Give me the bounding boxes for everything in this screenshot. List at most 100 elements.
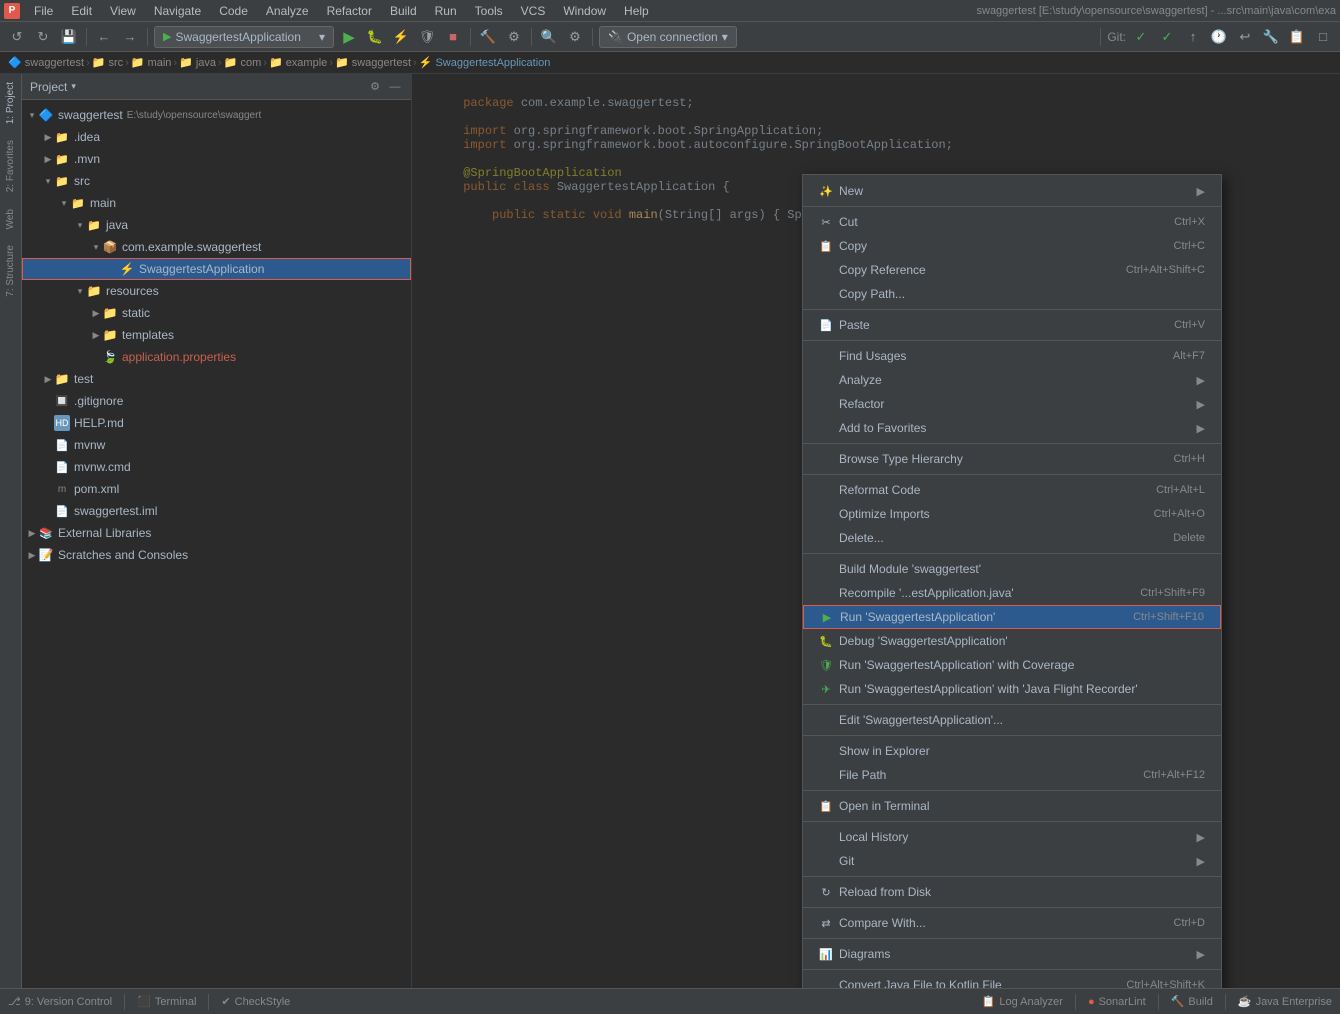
tab-favorites[interactable]: 2: Favorites — [3, 132, 18, 200]
stop-button[interactable]: ■ — [442, 26, 464, 48]
menu-help[interactable]: Help — [616, 2, 657, 20]
ctx-compare-with[interactable]: ⇄ Compare With... Ctrl+D — [803, 911, 1221, 935]
ctx-diagrams[interactable]: 📊 Diagrams ▶ — [803, 942, 1221, 966]
ctx-run[interactable]: ▶ Run 'SwaggertestApplication' Ctrl+Shif… — [803, 605, 1221, 629]
debug-button[interactable]: 🐛 — [364, 26, 386, 48]
git-checkmark2[interactable]: ✓ — [1156, 26, 1178, 48]
ctx-find-usages[interactable]: Find Usages Alt+F7 — [803, 344, 1221, 368]
tree-gitignore[interactable]: ▶ 🔲 .gitignore — [22, 390, 411, 412]
breadcrumb-main[interactable]: 📁 main — [131, 56, 172, 69]
ctx-build-module[interactable]: Build Module 'swaggertest' — [803, 557, 1221, 581]
ctx-reformat[interactable]: Reformat Code Ctrl+Alt+L — [803, 478, 1221, 502]
run-button[interactable]: ▶ — [338, 26, 360, 48]
tree-package[interactable]: ▾ 📦 com.example.swaggertest — [22, 236, 411, 258]
breadcrumb-src[interactable]: 📁 src — [92, 56, 123, 69]
breadcrumb-java[interactable]: 📁 java — [179, 56, 216, 69]
tree-helpmd[interactable]: ▶ HD HELP.md — [22, 412, 411, 434]
tree-mvn[interactable]: ▶ 📁 .mvn — [22, 148, 411, 170]
sonarlint-tab[interactable]: ● SonarLint — [1088, 996, 1146, 1008]
ctx-debug[interactable]: 🐛 Debug 'SwaggertestApplication' — [803, 629, 1221, 653]
tree-scratches[interactable]: ▶ 📝 Scratches and Consoles — [22, 544, 411, 566]
menu-edit[interactable]: Edit — [63, 2, 100, 20]
ctx-local-history[interactable]: Local History ▶ — [803, 825, 1221, 849]
tab-structure[interactable]: 7: Structure — [3, 237, 18, 305]
ctx-recompile[interactable]: Recompile '...estApplication.java' Ctrl+… — [803, 581, 1221, 605]
build-project-btn[interactable]: 🔨 — [477, 26, 499, 48]
breadcrumb-swaggertest[interactable]: 🔷 swaggertest — [8, 56, 84, 69]
tree-pom[interactable]: ▶ m pom.xml — [22, 478, 411, 500]
tree-java[interactable]: ▾ 📁 java — [22, 214, 411, 236]
ctx-copy[interactable]: 📋 Copy Ctrl+C — [803, 234, 1221, 258]
menu-run[interactable]: Run — [427, 2, 465, 20]
ctx-browse-hierarchy[interactable]: Browse Type Hierarchy Ctrl+H — [803, 447, 1221, 471]
git-checkmark1[interactable]: ✓ — [1130, 26, 1152, 48]
tree-main-class[interactable]: ▶ ⚡ SwaggertestApplication — [22, 258, 411, 280]
toolbar-forward[interactable]: ↻ — [32, 26, 54, 48]
ctx-add-favorites[interactable]: Add to Favorites ▶ — [803, 416, 1221, 440]
build-tab[interactable]: 🔨 Build — [1171, 995, 1213, 1008]
ctx-copy-path[interactable]: Copy Path... — [803, 282, 1221, 306]
ctx-new[interactable]: ✨ New ▶ — [803, 179, 1221, 203]
menu-code[interactable]: Code — [211, 2, 256, 20]
open-connection-button[interactable]: 🔌 Open connection ▾ — [599, 26, 737, 48]
menu-window[interactable]: Window — [555, 2, 614, 20]
checkstyle-tab[interactable]: ✔ CheckStyle — [221, 995, 290, 1008]
panel-collapse-btn[interactable]: — — [387, 79, 403, 95]
tree-main[interactable]: ▾ 📁 main — [22, 192, 411, 214]
ctx-file-path[interactable]: File Path Ctrl+Alt+F12 — [803, 763, 1221, 787]
toolbar-nav-forward[interactable]: → — [119, 26, 141, 48]
ctx-git[interactable]: Git ▶ — [803, 849, 1221, 873]
menu-view[interactable]: View — [102, 2, 144, 20]
ctx-open-terminal[interactable]: 📋 Open in Terminal — [803, 794, 1221, 818]
git-history[interactable]: 🕐 — [1208, 26, 1230, 48]
menu-refactor[interactable]: Refactor — [319, 2, 380, 20]
menu-analyze[interactable]: Analyze — [258, 2, 317, 20]
menu-vcs[interactable]: VCS — [513, 2, 554, 20]
toolbar-more1[interactable]: 📋 — [1286, 26, 1308, 48]
tree-properties[interactable]: ▶ 🍃 application.properties — [22, 346, 411, 368]
ctx-show-explorer[interactable]: Show in Explorer — [803, 739, 1221, 763]
ctx-analyze[interactable]: Analyze ▶ — [803, 368, 1221, 392]
tab-project[interactable]: 1: Project — [3, 74, 18, 132]
ctx-convert-kotlin[interactable]: Convert Java File to Kotlin File Ctrl+Al… — [803, 973, 1221, 988]
panel-gear-btn[interactable]: ⚙ — [367, 79, 383, 95]
menu-navigate[interactable]: Navigate — [146, 2, 209, 20]
version-control-tab[interactable]: ⎇ 9: Version Control — [8, 995, 112, 1008]
breadcrumb-com[interactable]: 📁 com — [224, 56, 262, 69]
ctx-edit-config[interactable]: Edit 'SwaggertestApplication'... — [803, 708, 1221, 732]
toolbar-save[interactable]: 💾 — [58, 26, 80, 48]
java-enterprise-tab[interactable]: ☕ Java Enterprise — [1238, 995, 1332, 1008]
menu-tools[interactable]: Tools — [467, 2, 511, 20]
tree-root[interactable]: ▾ 🔷 swaggertest E:\study\opensource\swag… — [22, 104, 411, 126]
settings-btn[interactable]: ⚙ — [564, 26, 586, 48]
tree-iml[interactable]: ▶ 📄 swaggertest.iml — [22, 500, 411, 522]
ctx-run-flight[interactable]: ✈ Run 'SwaggertestApplication' with 'Jav… — [803, 677, 1221, 701]
tree-templates[interactable]: ▶ 📁 templates — [22, 324, 411, 346]
tree-resources[interactable]: ▾ 📁 resources — [22, 280, 411, 302]
ctx-copy-reference[interactable]: Copy Reference Ctrl+Alt+Shift+C — [803, 258, 1221, 282]
tree-static[interactable]: ▶ 📁 static — [22, 302, 411, 324]
git-push[interactable]: ↑ — [1182, 26, 1204, 48]
ctx-delete[interactable]: Delete... Delete — [803, 526, 1221, 550]
breadcrumb-current-file[interactable]: ⚡ SwaggertestApplication — [419, 56, 551, 69]
log-analyzer-tab[interactable]: 📋 Log Analyzer — [982, 995, 1063, 1008]
toolbar-back[interactable]: ↺ — [6, 26, 28, 48]
tree-mvnwcmd[interactable]: ▶ 📄 mvnw.cmd — [22, 456, 411, 478]
ctx-refactor[interactable]: Refactor ▶ — [803, 392, 1221, 416]
ctx-cut[interactable]: ✂ Cut Ctrl+X — [803, 210, 1221, 234]
run-config-dropdown[interactable]: ▶ SwaggertestApplication ▾ — [154, 26, 334, 48]
ctx-run-coverage[interactable]: 🛡 Run 'SwaggertestApplication' with Cove… — [803, 653, 1221, 677]
ctx-optimize-imports[interactable]: Optimize Imports Ctrl+Alt+O — [803, 502, 1221, 526]
tree-mvnw[interactable]: ▶ 📄 mvnw — [22, 434, 411, 456]
profile-button[interactable]: ⚡ — [390, 26, 412, 48]
tree-test[interactable]: ▶ 📁 test — [22, 368, 411, 390]
git-rollback[interactable]: ↩ — [1234, 26, 1256, 48]
terminal-tab[interactable]: ⬛ Terminal — [137, 995, 196, 1008]
tree-idea[interactable]: ▶ 📁 .idea — [22, 126, 411, 148]
build-btn2[interactable]: ⚙ — [503, 26, 525, 48]
tree-src[interactable]: ▾ 📁 src — [22, 170, 411, 192]
menu-file[interactable]: File — [26, 2, 61, 20]
breadcrumb-example[interactable]: 📁 example — [269, 56, 327, 69]
toolbar-nav-back[interactable]: ← — [93, 26, 115, 48]
menu-build[interactable]: Build — [382, 2, 425, 20]
